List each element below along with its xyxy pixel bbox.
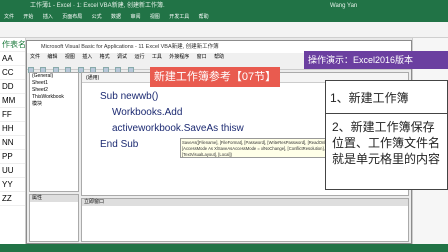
cell[interactable]: PP [0, 150, 25, 164]
tree-item[interactable]: 模块 [30, 101, 78, 108]
menu-format[interactable]: 格式 [97, 53, 113, 61]
menu-debug[interactable]: 调试 [114, 53, 130, 61]
note-1: 1、新建工作簿 [325, 80, 448, 114]
menu-addins[interactable]: 外接程序 [166, 53, 192, 61]
immediate-caption: 立即窗口 [82, 199, 408, 206]
cell[interactable]: FF [0, 108, 25, 122]
menu-insert[interactable]: 插入 [79, 53, 95, 61]
tab-home[interactable]: 开始 [19, 12, 37, 22]
properties-panel[interactable]: 属性 [29, 194, 79, 242]
cell[interactable]: YY [0, 178, 25, 192]
excel-title: 工作薄1 - Excel · 1: Excel VBA新建, 创建新工作簿. [30, 3, 165, 9]
code-line[interactable]: Workbooks.Add [112, 107, 182, 118]
tab-file[interactable]: 文件 [0, 12, 18, 22]
code-line[interactable]: Sub newwb() [100, 91, 158, 102]
tab-insert[interactable]: 插入 [39, 12, 57, 22]
tree-item[interactable]: (General) [30, 73, 78, 80]
ribbon-tabs: 文件 开始 插入 页面布局 公式 数据 审阅 视图 开发工具 帮助 [0, 12, 448, 22]
tab-page-layout[interactable]: 页面布局 [58, 12, 86, 22]
menu-tools[interactable]: 工具 [149, 53, 165, 61]
cell[interactable]: DD [0, 80, 25, 94]
demo-banner: 操作演示：Excel2016版本 [304, 51, 448, 69]
cell[interactable]: AA [0, 52, 25, 66]
code-line[interactable]: End Sub [100, 139, 138, 150]
status-bar [0, 244, 448, 252]
tab-review[interactable]: 审阅 [126, 12, 144, 22]
note-2: 2、新建工作簿保存位置、工作簿文件名就是单元格里的内容 [325, 113, 448, 190]
cell[interactable]: ZZ [0, 192, 25, 206]
cell[interactable]: MM [0, 94, 25, 108]
user-name: Wang Yan [330, 3, 358, 9]
cell[interactable]: UU [0, 164, 25, 178]
tree-item[interactable]: Sheet2 [30, 87, 78, 94]
cell[interactable]: HH [0, 122, 25, 136]
tab-formulas[interactable]: 公式 [88, 12, 106, 22]
excel-ribbon [0, 22, 448, 38]
menu-help[interactable]: 帮助 [211, 53, 227, 61]
menu-window[interactable]: 窗口 [194, 53, 210, 61]
project-explorer[interactable]: (General) Sheet1 Sheet2 ThisWorkbook 模块 [29, 72, 79, 192]
cell[interactable]: NN [0, 136, 25, 150]
sheet-column-a[interactable]: 作表名 AA CC DD MM FF HH NN PP UU YY ZZ [0, 38, 26, 252]
tab-help[interactable]: 帮助 [195, 12, 213, 22]
properties-caption: 属性 [30, 195, 78, 202]
immediate-window[interactable]: 立即窗口 [81, 198, 409, 242]
tree-item[interactable]: ThisWorkbook [30, 94, 78, 101]
menu-file[interactable]: 文件 [27, 53, 43, 61]
tab-view[interactable]: 视图 [146, 12, 164, 22]
tree-item[interactable]: Sheet1 [30, 80, 78, 87]
tab-developer[interactable]: 开发工具 [165, 12, 193, 22]
cell[interactable]: 作表名 [0, 38, 26, 52]
menu-run[interactable]: 运行 [131, 53, 147, 61]
cell[interactable]: CC [0, 66, 25, 80]
menu-edit[interactable]: 编辑 [44, 53, 60, 61]
menu-view[interactable]: 视图 [62, 53, 78, 61]
vbe-title: Microsoft Visual Basic for Applications … [41, 44, 219, 50]
excel-title-bar: 工作薄1 - Excel · 1: Excel VBA新建, 创建新工作簿. W… [0, 0, 448, 12]
tab-data[interactable]: 数据 [107, 12, 125, 22]
code-line[interactable]: activeworkbook.SaveAs thisw [112, 123, 244, 134]
annotation-title: 新建工作簿参考【07节】 [150, 67, 280, 87]
